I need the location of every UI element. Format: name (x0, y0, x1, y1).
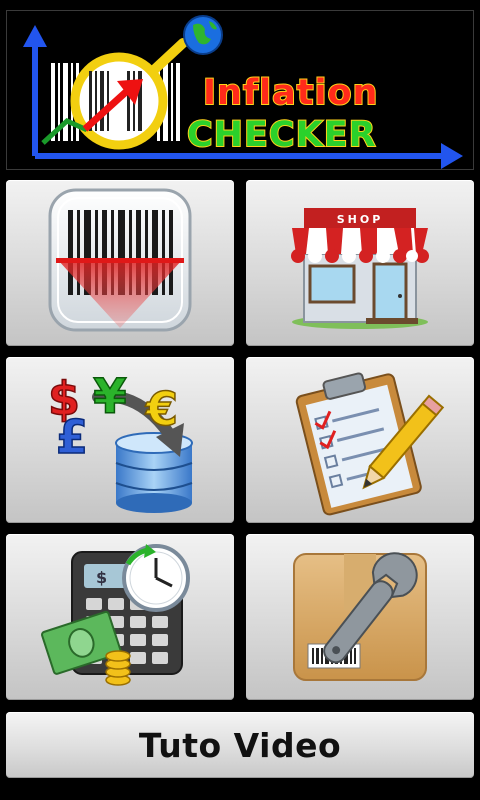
tuto-video-button[interactable]: Tuto Video (6, 712, 474, 778)
svg-text:SHOP: SHOP (337, 213, 384, 226)
yen-symbol: ¥ (93, 369, 126, 425)
calculator-money-icon: $ (41, 544, 190, 686)
calculator-cash-button[interactable]: $ (6, 534, 234, 700)
wrench-box-icon (293, 552, 427, 681)
tuto-video-label: Tuto Video (138, 725, 342, 765)
barcode-scanner-button[interactable] (6, 180, 234, 346)
logo-title-line1: Inflation (202, 72, 379, 114)
calculator-display-symbol: $ (96, 568, 107, 587)
logo-title-line2: CHECKER (186, 114, 377, 156)
currency-database-button[interactable]: $ ¥ € £ (6, 357, 234, 523)
tools-package-button[interactable] (246, 534, 474, 700)
checklist-button[interactable] (246, 357, 474, 523)
pound-symbol: £ (56, 410, 88, 464)
currency-database-icon: $ ¥ € £ (47, 368, 193, 513)
euro-symbol: € (145, 382, 178, 436)
barcode-scan-icon (48, 188, 192, 332)
clipboard-pencil-icon (295, 372, 445, 516)
shop-button[interactable]: SHOP (246, 180, 474, 346)
shop-icon: SHOP (291, 208, 429, 329)
app-logo: Inflation CHECKER (6, 10, 474, 170)
